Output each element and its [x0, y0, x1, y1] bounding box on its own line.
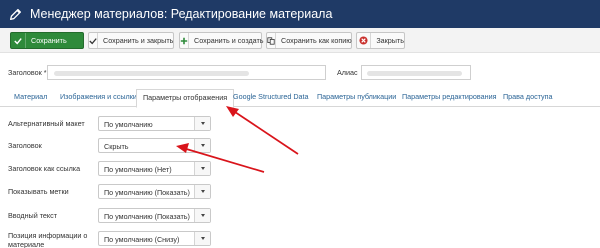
editor-window: Менеджер материалов: Редактирование мате… [0, 0, 600, 248]
annotation-arrow-tab [226, 106, 299, 155]
annotation-arrows [176, 106, 299, 173]
annotation-arrow-title [176, 143, 265, 173]
